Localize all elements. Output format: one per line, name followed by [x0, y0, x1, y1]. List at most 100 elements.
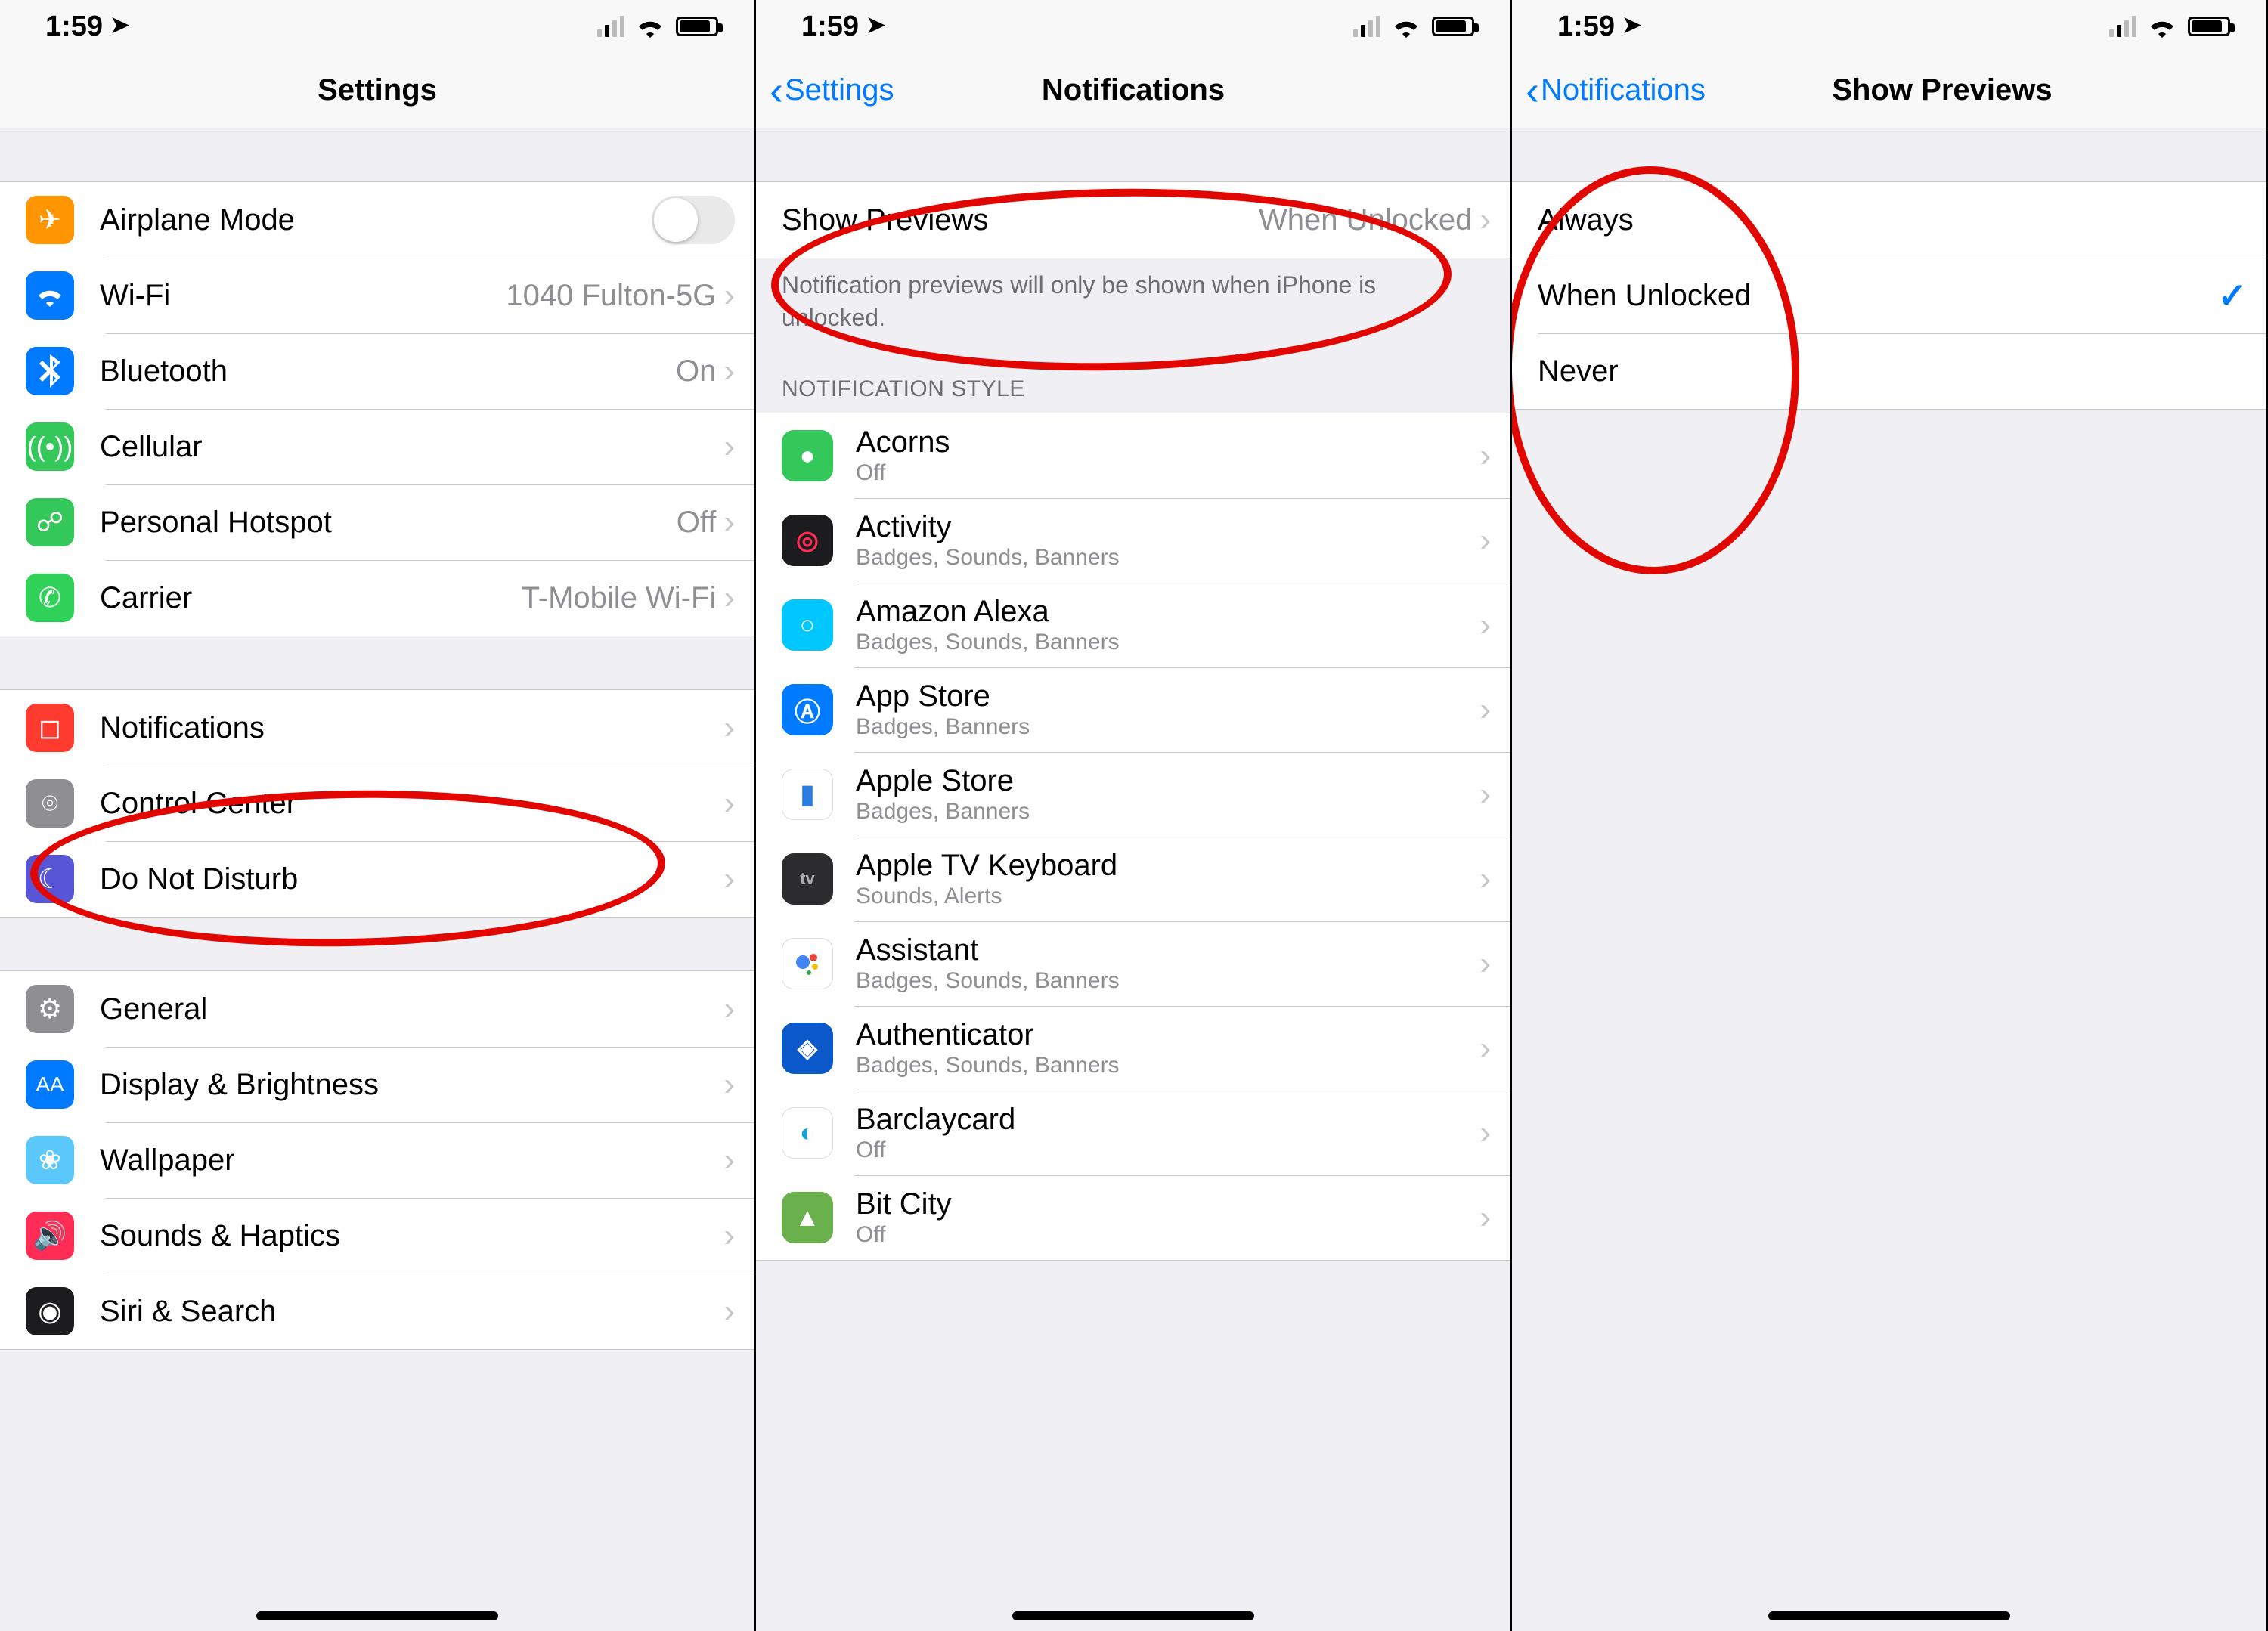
notification-apps-group: ● AcornsOff › ◎ ActivityBadges, Sounds, … [756, 413, 1510, 1261]
back-button[interactable]: ‹ Notifications [1526, 53, 1706, 128]
battery-icon [676, 17, 718, 36]
carrier-icon: ✆ [26, 574, 74, 622]
wifi-status-icon [2147, 15, 2177, 38]
app-row[interactable]: ◈ AuthenticatorBadges, Sounds, Banners › [756, 1006, 1510, 1091]
row-sounds[interactable]: 🔊 Sounds & Haptics › [0, 1198, 754, 1274]
dnd-icon: ☾ [26, 855, 74, 903]
chevron-left-icon: ‹ [770, 70, 783, 111]
option-when-unlocked[interactable]: When Unlocked ✓ [1512, 258, 2266, 333]
chevron-right-icon: › [723, 428, 735, 466]
row-airplane-mode[interactable]: ✈ Airplane Mode [0, 182, 754, 258]
row-dnd[interactable]: ☾ Do Not Disturb › [0, 841, 754, 917]
app-row[interactable]: ▮ Apple StoreBadges, Banners › [756, 752, 1510, 837]
app-subtitle: Badges, Banners [856, 799, 1479, 825]
airplane-switch[interactable] [652, 196, 735, 244]
app-title: Authenticator [856, 1018, 1479, 1051]
row-label: Personal Hotspot [100, 506, 677, 540]
app-icon-activity: ◎ [782, 515, 833, 566]
row-general[interactable]: ⚙ General › [0, 971, 754, 1047]
row-show-previews[interactable]: Show Previews When Unlocked › [756, 182, 1510, 258]
app-subtitle: Off [856, 1137, 1479, 1163]
wifi-icon [26, 271, 74, 320]
app-title: Assistant [856, 933, 1479, 967]
panel-show-previews: 1:59 ➤ ‹ Notifications Show Previews Alw… [1512, 0, 2268, 1631]
page-title: Notifications [1042, 73, 1225, 107]
back-label: Notifications [1541, 73, 1706, 107]
app-icon-apple-store: ▮ [782, 769, 833, 820]
app-row[interactable]: Ⓐ App StoreBadges, Banners › [756, 667, 1510, 752]
home-indicator [256, 1611, 498, 1620]
page-title: Settings [318, 73, 437, 107]
status-bar: 1:59 ➤ [0, 0, 754, 53]
option-never[interactable]: Never [1512, 333, 2266, 409]
app-title: Apple Store [856, 764, 1479, 797]
cellular-signal-icon [597, 16, 624, 37]
row-label: Notifications [100, 711, 723, 745]
row-cellular[interactable]: ((•)) Cellular › [0, 409, 754, 484]
row-detail: T-Mobile Wi-Fi [522, 581, 717, 615]
row-control-center[interactable]: ⌾ Control Center › [0, 766, 754, 841]
app-title: Acorns [856, 426, 1479, 459]
chevron-right-icon: › [1479, 775, 1491, 813]
app-subtitle: Off [856, 1222, 1479, 1248]
row-carrier[interactable]: ✆ Carrier T-Mobile Wi-Fi › [0, 560, 754, 636]
group-footer: Notification previews will only be shown… [756, 258, 1510, 342]
page-title: Show Previews [1726, 73, 2052, 107]
panel-notifications: 1:59 ➤ ‹ Settings Notifications Show Pre… [756, 0, 1512, 1631]
siri-icon: ◉ [26, 1287, 74, 1335]
battery-icon [1432, 17, 1474, 36]
row-bluetooth[interactable]: Bluetooth On › [0, 333, 754, 409]
row-hotspot[interactable]: ☍ Personal Hotspot Off › [0, 484, 754, 560]
row-display[interactable]: AA Display & Brightness › [0, 1047, 754, 1122]
nav-header: Settings [0, 53, 754, 128]
chevron-right-icon: › [723, 503, 735, 541]
app-row[interactable]: ◐ BarclaycardOff › [756, 1091, 1510, 1175]
row-label: General [100, 992, 723, 1026]
chevron-right-icon: › [723, 1217, 735, 1255]
nav-header: ‹ Settings Notifications [756, 53, 1510, 128]
row-notifications[interactable]: ◻ Notifications › [0, 690, 754, 766]
app-title: Bit City [856, 1187, 1479, 1221]
location-icon: ➤ [1622, 12, 1641, 39]
row-wallpaper[interactable]: ❀ Wallpaper › [0, 1122, 754, 1198]
settings-group-notifications: ◻ Notifications › ⌾ Control Center › ☾ D… [0, 689, 754, 918]
checkmark-icon: ✓ [2217, 275, 2247, 316]
cellular-signal-icon [1353, 16, 1380, 37]
general-icon: ⚙ [26, 985, 74, 1033]
row-label: Wi-Fi [100, 279, 506, 313]
app-icon-barclaycard: ◐ [782, 1107, 833, 1159]
row-label: Carrier [100, 581, 522, 615]
chevron-right-icon: › [1479, 1199, 1491, 1236]
preview-options-group: Always When Unlocked ✓ Never [1512, 181, 2266, 410]
option-label: When Unlocked [1538, 279, 2217, 313]
row-wifi[interactable]: Wi-Fi 1040 Fulton-5G › [0, 258, 754, 333]
app-row[interactable]: tv Apple TV KeyboardSounds, Alerts › [756, 837, 1510, 921]
location-icon: ➤ [110, 12, 129, 39]
app-row[interactable]: ○ Amazon AlexaBadges, Sounds, Banners › [756, 583, 1510, 667]
row-label: Do Not Disturb [100, 862, 723, 896]
chevron-right-icon: › [723, 785, 735, 822]
row-detail: Off [677, 506, 717, 540]
row-siri[interactable]: ◉ Siri & Search › [0, 1274, 754, 1349]
app-subtitle: Off [856, 460, 1479, 486]
back-label: Settings [785, 73, 894, 107]
chevron-left-icon: ‹ [1526, 70, 1539, 111]
app-subtitle: Badges, Sounds, Banners [856, 545, 1479, 571]
airplane-icon: ✈ [26, 196, 74, 244]
app-row[interactable]: ● AcornsOff › [756, 413, 1510, 498]
chevron-right-icon: › [723, 1141, 735, 1179]
app-row[interactable]: AssistantBadges, Sounds, Banners › [756, 921, 1510, 1006]
app-row[interactable]: ▲ Bit CityOff › [756, 1175, 1510, 1260]
settings-group-connectivity: ✈ Airplane Mode Wi-Fi 1040 Fulton-5G › B… [0, 181, 754, 636]
app-row[interactable]: ◎ ActivityBadges, Sounds, Banners › [756, 498, 1510, 583]
app-subtitle: Badges, Sounds, Banners [856, 1053, 1479, 1079]
chevron-right-icon: › [723, 1066, 735, 1103]
back-button[interactable]: ‹ Settings [770, 53, 894, 128]
settings-group-general: ⚙ General › AA Display & Brightness › ❀ … [0, 970, 754, 1350]
option-always[interactable]: Always [1512, 182, 2266, 258]
chevron-right-icon: › [1479, 521, 1491, 559]
chevron-right-icon: › [1479, 201, 1491, 239]
app-title: Activity [856, 510, 1479, 543]
bluetooth-icon [26, 347, 74, 395]
home-indicator [1768, 1611, 2010, 1620]
